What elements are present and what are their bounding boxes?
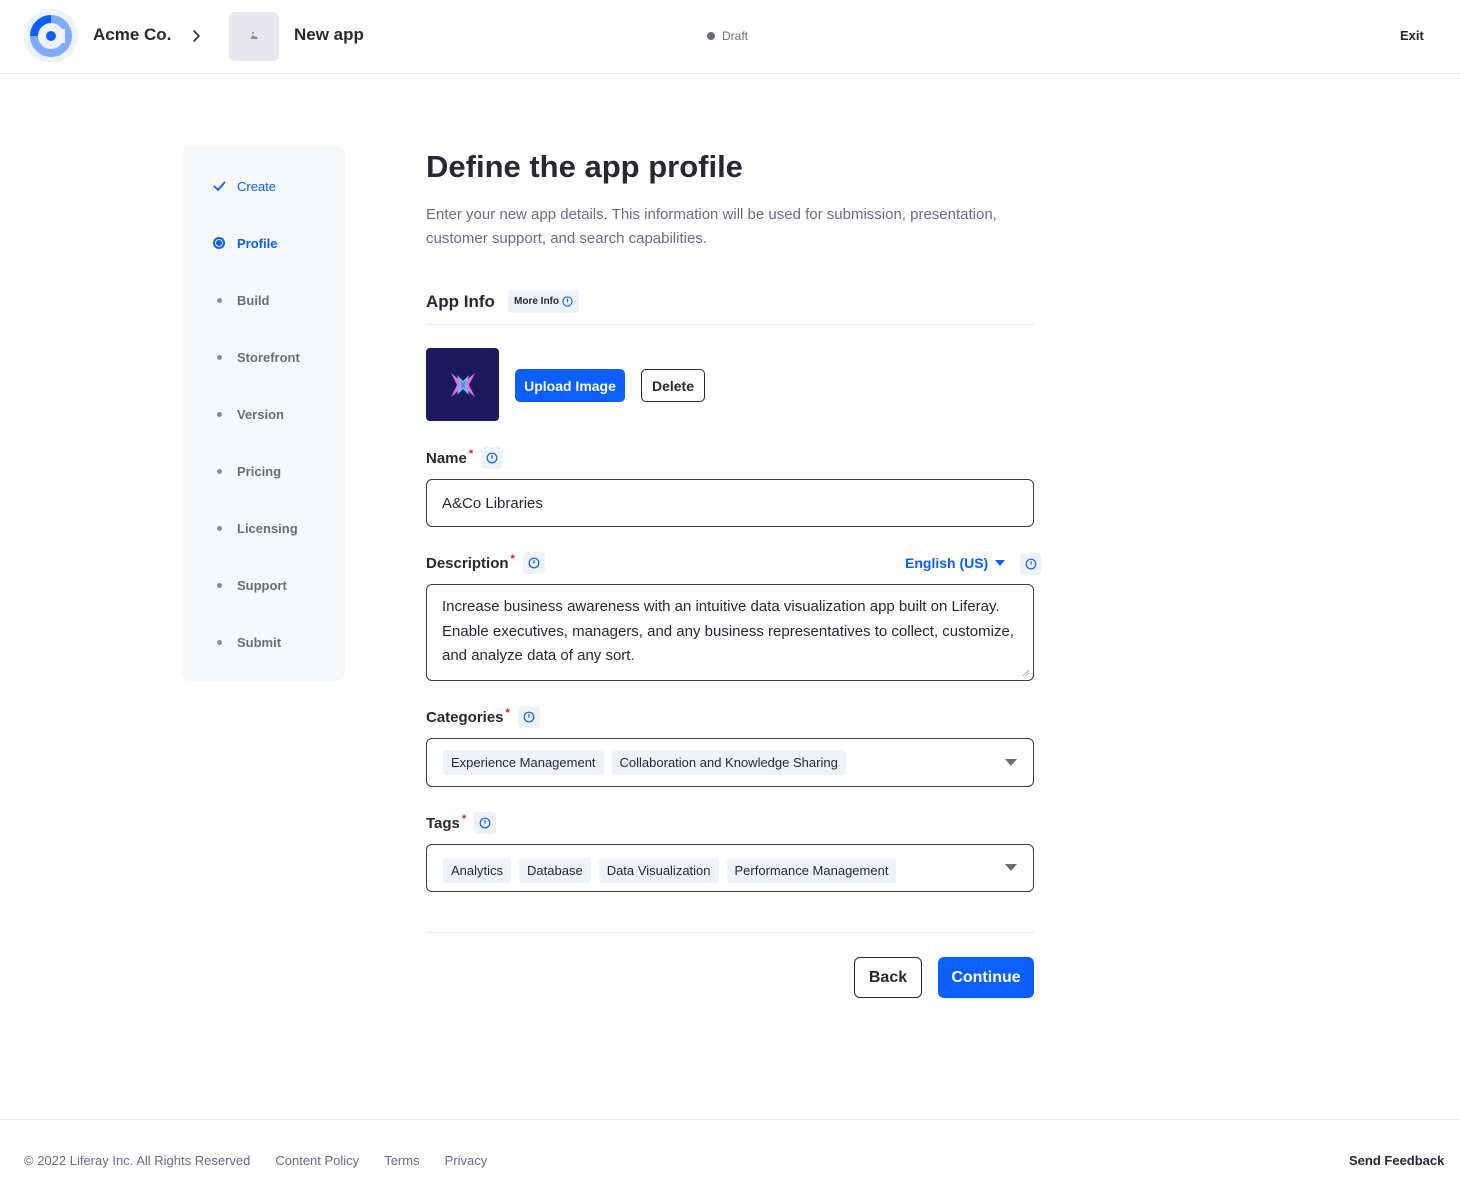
app-placeholder-image-icon [229,12,279,61]
step-dot-icon [212,464,226,478]
step-submit[interactable]: Submit [212,632,281,652]
step-profile[interactable]: Profile [212,233,277,253]
language-label: English (US) [905,555,989,571]
description-help-icon[interactable] [522,552,545,574]
copyright-text: © 2022 Liferay Inc. All Rights Reserved [24,1153,251,1168]
form-divider [426,932,1034,933]
caret-down-icon[interactable] [1005,759,1017,766]
tags-label-text: Tags [426,814,460,832]
step-dot-icon [212,407,226,421]
company-logo-icon[interactable] [24,9,78,63]
chevron-right-icon [190,26,204,51]
name-label-text: Name [426,449,467,467]
step-dot-icon [212,635,226,649]
step-label: Licensing [237,520,298,536]
step-dot-icon [212,293,226,307]
name-help-icon[interactable] [481,447,504,469]
category-chip[interactable]: Collaboration and Knowledge Sharing [611,750,846,775]
send-feedback-link[interactable]: Send Feedback [1349,1153,1444,1168]
tag-chip[interactable]: Analytics [443,858,512,883]
categories-label-text: Categories [426,708,504,726]
status-text: Draft [722,29,749,43]
language-help-icon[interactable] [1020,553,1042,575]
status-badge: Draft [707,29,748,43]
content-policy-link[interactable]: Content Policy [275,1153,359,1168]
step-pricing[interactable]: Pricing [212,461,281,481]
step-label: Storefront [237,349,300,365]
top-bar: Acme Co. New app Draft Exit [0,0,1460,74]
app-icon-preview [426,348,499,421]
active-step-icon [212,236,226,250]
privacy-link[interactable]: Privacy [445,1153,488,1168]
description-label-text: Description [426,554,509,572]
caret-down-icon[interactable] [1005,864,1017,871]
upload-image-button[interactable]: Upload Image [515,369,625,402]
required-mark: * [505,707,510,719]
more-info-button[interactable]: More Info [508,290,579,313]
more-info-label: More Info [514,296,559,307]
step-label: Build [237,292,270,308]
step-create[interactable]: Create [212,176,276,196]
section-title: App Info [426,292,495,311]
tag-chip[interactable]: Performance Management [726,858,897,883]
footer: © 2022 Liferay Inc. All Rights Reserved … [0,1119,1460,1200]
delete-image-button[interactable]: Delete [641,369,705,402]
categories-help-icon[interactable] [517,706,540,728]
steps-sidebar: Create Profile Build Storefront Version … [182,146,345,681]
step-dot-icon [212,521,226,535]
step-storefront[interactable]: Storefront [212,347,300,367]
step-version[interactable]: Version [212,404,284,424]
categories-label: Categories * [426,706,540,728]
tag-chip[interactable]: Database [519,858,591,883]
categories-multiselect[interactable]: Experience Management Collaboration and … [426,738,1034,787]
step-dot-icon [212,350,226,364]
category-chip[interactable]: Experience Management [443,750,604,775]
required-mark: * [468,448,474,460]
step-label: Pricing [237,463,282,479]
terms-link[interactable]: Terms [384,1153,419,1168]
page-subtitle: Enter your new app details. This informa… [426,206,997,247]
check-icon [212,179,226,193]
name-input[interactable] [426,479,1034,527]
exit-button[interactable]: Exit [1400,28,1424,43]
description-textarea[interactable]: Increase business awareness with an intu… [426,584,1034,681]
status-dot-icon [707,32,715,40]
name-label: Name * [426,447,504,469]
step-label: Version [237,406,284,422]
info-icon [562,296,573,307]
tags-label: Tags * [426,812,497,834]
tags-multiselect[interactable]: Analytics Database Data Visualization Pe… [426,844,1034,892]
caret-down-icon [995,560,1006,566]
back-button[interactable]: Back [854,957,922,998]
page-title: Define the app profile [426,149,743,184]
step-label: Create [237,178,277,194]
required-mark: * [510,553,515,565]
tag-chip[interactable]: Data Visualization [598,858,719,883]
profile-form: Define the app profile Enter your new ap… [426,146,1042,998]
description-label: Description * [426,552,545,574]
language-selector[interactable]: English (US) [905,555,1006,571]
step-licensing[interactable]: Licensing [212,518,298,538]
step-label: Submit [237,634,282,650]
tags-help-icon[interactable] [474,812,497,834]
company-name[interactable]: Acme Co. [93,25,171,45]
step-support[interactable]: Support [212,575,287,595]
step-label: Support [237,577,287,593]
required-mark: * [461,813,467,825]
continue-button[interactable]: Continue [938,957,1034,998]
app-info-section-header: App Info More Info [426,290,1034,325]
step-dot-icon [212,578,226,592]
resize-grip-icon[interactable] [1022,669,1030,677]
app-logo-icon [451,373,475,397]
step-build[interactable]: Build [212,290,270,310]
app-name: New app [294,25,364,44]
step-label: Profile [237,235,278,251]
